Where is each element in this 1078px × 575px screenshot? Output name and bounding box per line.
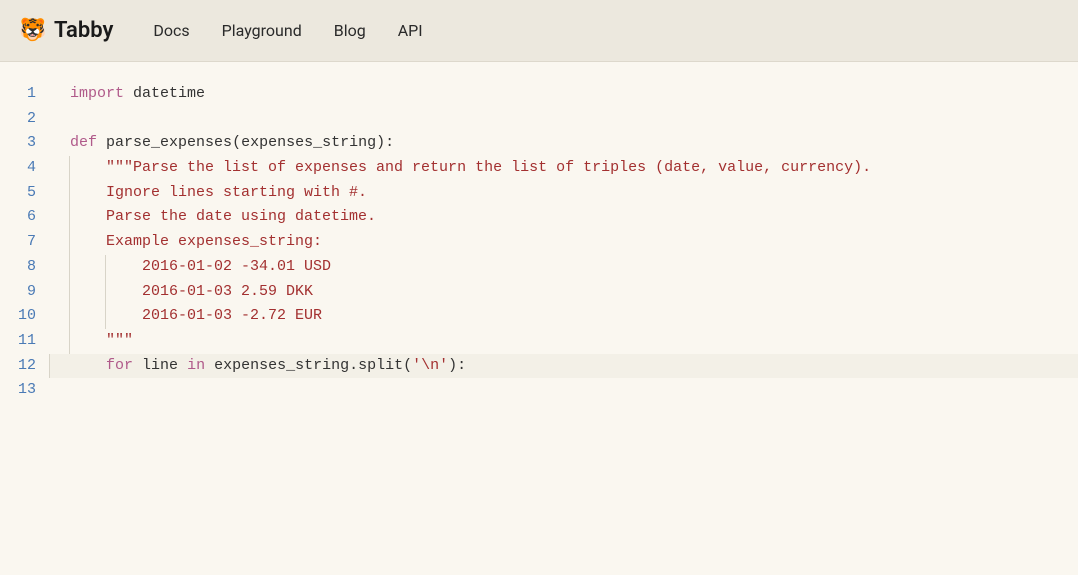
code-line[interactable]: 2016-01-03 2.59 DKK	[70, 280, 1078, 305]
code-line[interactable]	[70, 107, 1078, 132]
line-number: 12	[0, 354, 36, 379]
indent-guide	[69, 255, 70, 280]
code-token	[70, 357, 106, 374]
code-line[interactable]: import datetime	[70, 82, 1078, 107]
code-token: 2016-01-03 2.59 DKK	[70, 283, 313, 300]
nav-api[interactable]: API	[398, 21, 423, 40]
code-token: in	[187, 357, 205, 374]
code-token	[178, 357, 187, 374]
line-number: 2	[0, 107, 36, 132]
indent-guide	[105, 255, 106, 280]
indent-guide	[69, 280, 70, 305]
nav-playground[interactable]: Playground	[222, 21, 302, 40]
tabby-logo-icon: 🐯	[20, 18, 46, 44]
nav-docs[interactable]: Docs	[153, 21, 189, 40]
code-token: ):	[376, 134, 394, 151]
line-number: 6	[0, 205, 36, 230]
code-token: """Parse the list of expenses and return…	[70, 159, 871, 176]
header-bar: 🐯 Tabby Docs Playground Blog API	[0, 0, 1078, 62]
indent-guide	[69, 329, 70, 354]
code-line[interactable]: 2016-01-03 -2.72 EUR	[70, 304, 1078, 329]
line-number: 5	[0, 181, 36, 206]
code-token: """	[70, 332, 133, 349]
code-token: expenses_string	[241, 134, 376, 151]
logo-text: Tabby	[54, 18, 113, 43]
code-token	[133, 357, 142, 374]
indent-guide	[69, 304, 70, 329]
line-number-gutter: 12345678910111213	[0, 82, 50, 403]
code-editor[interactable]: 12345678910111213 import datetimedef par…	[0, 62, 1078, 403]
code-token: line	[142, 357, 178, 374]
code-line[interactable]: """Parse the list of expenses and return…	[70, 156, 1078, 181]
indent-guide	[49, 354, 50, 379]
code-token	[97, 134, 106, 151]
code-token: expenses_string.split(	[214, 357, 412, 374]
code-token: ):	[448, 357, 466, 374]
code-token: '\n'	[412, 357, 448, 374]
code-token: parse_expenses	[106, 134, 232, 151]
code-token: datetime	[133, 85, 205, 102]
indent-guide	[105, 304, 106, 329]
indent-guide	[69, 156, 70, 181]
line-number: 7	[0, 230, 36, 255]
line-number: 13	[0, 378, 36, 403]
indent-guide	[69, 205, 70, 230]
code-line[interactable]: for line in expenses_string.split('\n'):	[50, 354, 1078, 379]
logo-group[interactable]: 🐯 Tabby	[20, 18, 113, 44]
code-token: import	[70, 85, 124, 102]
code-token	[124, 85, 133, 102]
code-line[interactable]: 2016-01-02 -34.01 USD	[70, 255, 1078, 280]
code-token: 2016-01-03 -2.72 EUR	[70, 307, 322, 324]
indent-guide	[69, 181, 70, 206]
line-number: 4	[0, 156, 36, 181]
code-token	[205, 357, 214, 374]
nav-blog[interactable]: Blog	[334, 21, 366, 40]
code-line[interactable]	[70, 378, 1078, 403]
code-line[interactable]: Ignore lines starting with #.	[70, 181, 1078, 206]
code-token: Example expenses_string:	[70, 233, 322, 250]
line-number: 8	[0, 255, 36, 280]
code-token: 2016-01-02 -34.01 USD	[70, 258, 331, 275]
code-line[interactable]: def parse_expenses(expenses_string):	[70, 131, 1078, 156]
line-number: 11	[0, 329, 36, 354]
code-line[interactable]: Parse the date using datetime.	[70, 205, 1078, 230]
code-token: def	[70, 134, 97, 151]
code-token: (	[232, 134, 241, 151]
code-content[interactable]: import datetimedef parse_expenses(expens…	[50, 82, 1078, 403]
main-nav: Docs Playground Blog API	[153, 21, 422, 40]
line-number: 9	[0, 280, 36, 305]
code-line[interactable]: """	[70, 329, 1078, 354]
line-number: 10	[0, 304, 36, 329]
line-number: 1	[0, 82, 36, 107]
code-token: for	[106, 357, 133, 374]
indent-guide	[105, 280, 106, 305]
code-line[interactable]: Example expenses_string:	[70, 230, 1078, 255]
code-token: Ignore lines starting with #.	[70, 184, 367, 201]
code-token: Parse the date using datetime.	[70, 208, 376, 225]
indent-guide	[69, 230, 70, 255]
line-number: 3	[0, 131, 36, 156]
